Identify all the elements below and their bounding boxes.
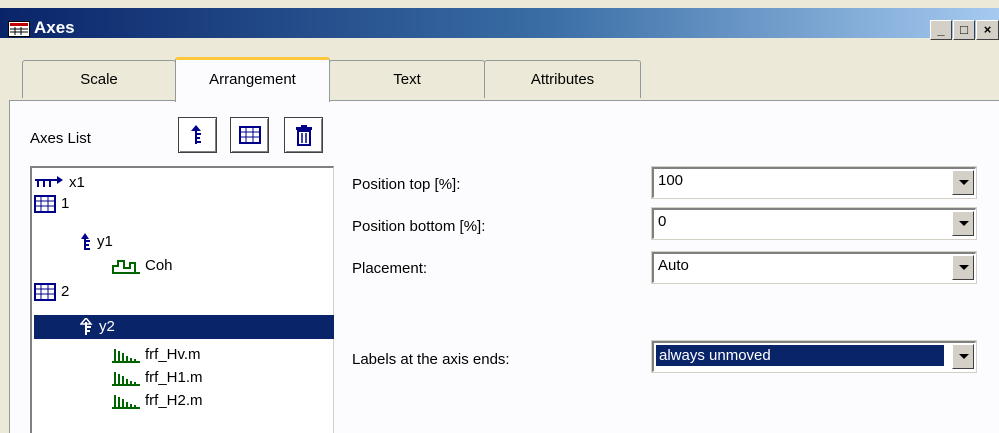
tree-item-y1[interactable]: y1 bbox=[80, 230, 113, 254]
axis-system-icon bbox=[34, 195, 56, 214]
chevron-down-icon[interactable] bbox=[952, 170, 974, 195]
delete-button[interactable] bbox=[284, 117, 323, 153]
close-button[interactable]: × bbox=[976, 20, 999, 40]
tree-item-coh[interactable]: Coh bbox=[112, 254, 173, 278]
spectrum-channel-icon bbox=[112, 349, 140, 364]
chevron-down-icon[interactable] bbox=[952, 344, 974, 369]
add-axis-button[interactable] bbox=[178, 117, 217, 153]
tree-item-label: frf_Hv.m bbox=[145, 346, 201, 363]
placement-label: Placement: bbox=[352, 260, 428, 277]
tab-attributes[interactable]: Attributes bbox=[484, 60, 641, 98]
chevron-down-icon[interactable] bbox=[952, 255, 974, 280]
window-title: Axes bbox=[34, 18, 75, 37]
tab-arrangement[interactable]: Arrangement bbox=[175, 57, 330, 102]
tree-item-frf-h1[interactable]: frf_H1.m bbox=[112, 366, 203, 390]
tab-text[interactable]: Text bbox=[329, 60, 485, 98]
maximize-button[interactable]: □ bbox=[953, 20, 975, 40]
placement-select[interactable]: Auto bbox=[651, 251, 977, 284]
y-axis-icon bbox=[81, 233, 90, 251]
tree-item-label: 2 bbox=[61, 283, 70, 300]
position-bottom-select[interactable]: 0 bbox=[651, 207, 977, 240]
tree-item-system-2[interactable]: 2 bbox=[34, 280, 69, 304]
position-top-value: 100 bbox=[658, 172, 684, 189]
add-axis-system-button[interactable] bbox=[230, 117, 269, 153]
chevron-down-icon[interactable] bbox=[952, 211, 974, 236]
tree-item-frf-h2[interactable]: frf_H2.m bbox=[112, 389, 203, 413]
x-axis-icon bbox=[35, 176, 63, 188]
labels-at-ends-select[interactable]: always unmoved bbox=[651, 340, 977, 373]
delete-icon bbox=[296, 125, 312, 146]
tree-item-label: y1 bbox=[97, 233, 113, 250]
position-top-label: Position top [%]: bbox=[352, 176, 461, 193]
position-top-select[interactable]: 100 bbox=[651, 166, 977, 199]
tree-item-system-1[interactable]: 1 bbox=[34, 192, 69, 216]
tree-item-y2[interactable]: y2 bbox=[80, 315, 115, 339]
tree-item-label: frf_H2.m bbox=[145, 392, 203, 409]
axes-tree[interactable]: x1 1 y1 Coh 2 y2 frf_Hv.m frf_H1.m frf_H… bbox=[30, 166, 334, 433]
labels-at-ends-label: Labels at the axis ends: bbox=[352, 351, 510, 368]
add-axis-icon bbox=[191, 125, 201, 144]
y-axis-icon bbox=[80, 318, 93, 336]
tree-item-label: Coh bbox=[145, 257, 173, 274]
labels-at-ends-value: always unmoved bbox=[656, 345, 944, 366]
spectrum-channel-icon bbox=[112, 395, 140, 410]
bar-channel-icon bbox=[112, 260, 140, 275]
tree-item-label: x1 bbox=[69, 174, 85, 191]
tab-scale[interactable]: Scale bbox=[22, 60, 176, 98]
position-bottom-value: 0 bbox=[658, 213, 667, 230]
add-system-icon bbox=[239, 126, 261, 144]
axes-list-label: Axes List bbox=[30, 130, 91, 147]
selection-highlight bbox=[34, 315, 334, 339]
tree-item-frf-hv[interactable]: frf_Hv.m bbox=[112, 343, 201, 367]
spectrum-channel-icon bbox=[112, 372, 140, 387]
axes-app-icon bbox=[8, 21, 30, 37]
title-bar: Axes _ □ × bbox=[0, 0, 999, 40]
minimize-button[interactable]: _ bbox=[930, 20, 952, 40]
placement-value: Auto bbox=[658, 257, 689, 274]
tree-item-label: 1 bbox=[61, 195, 70, 212]
tree-item-label: y2 bbox=[99, 318, 115, 335]
position-bottom-label: Position bottom [%]: bbox=[352, 218, 486, 235]
tree-item-label: frf_H1.m bbox=[145, 369, 203, 386]
axis-system-icon bbox=[34, 283, 56, 302]
